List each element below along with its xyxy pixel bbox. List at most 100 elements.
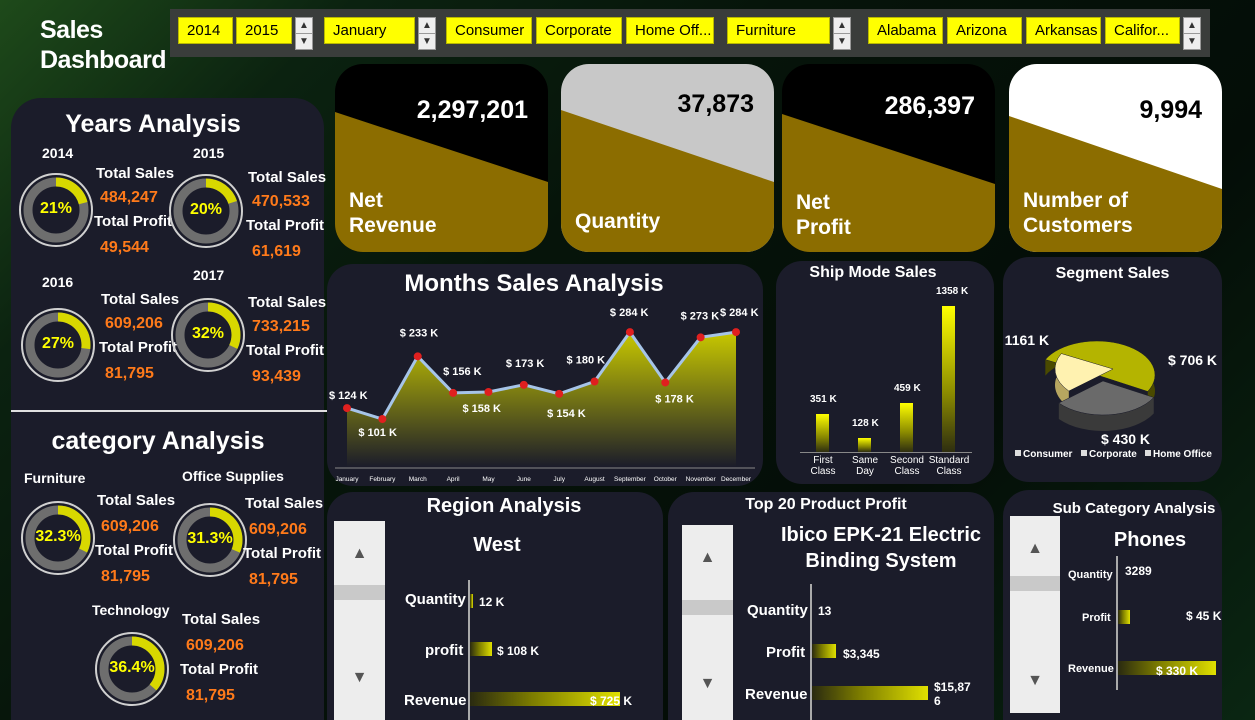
- product-revenue-bar: [812, 686, 928, 700]
- scroll-thumb[interactable]: [334, 585, 385, 600]
- filter-bar: 2014 2015 ▲ ▼ January ▲ ▼ Consumer Corpora…: [170, 9, 1210, 57]
- chevron-down-icon[interactable]: ▼: [1184, 34, 1200, 50]
- legend-entry: Home Office: [1153, 449, 1212, 460]
- total-sales-label: Total Sales: [248, 294, 327, 311]
- chevron-up-icon[interactable]: ▲: [1184, 18, 1200, 34]
- ship-mode-tick-label: Second Class: [890, 455, 924, 477]
- months-point: [590, 377, 599, 386]
- state-scroll[interactable]: ▲ ▼: [1183, 17, 1201, 50]
- subcategory-title: Sub Category Analysis: [1052, 500, 1216, 517]
- total-profit-label: Total Profit: [94, 213, 173, 230]
- months-point: [555, 389, 564, 398]
- months-point: [625, 328, 634, 337]
- months-point: [661, 378, 670, 387]
- filter-month[interactable]: January: [324, 17, 415, 44]
- chevron-up-icon[interactable]: ▲: [296, 18, 312, 34]
- total-profit-value: 61,619: [252, 243, 301, 260]
- chevron-up-icon[interactable]: ▲: [1010, 540, 1060, 558]
- region-title: Region Analysis: [426, 495, 582, 517]
- year-scroll[interactable]: ▲ ▼: [295, 17, 313, 50]
- kpi-net-profit: 286,397 Net Profit: [782, 64, 995, 252]
- filter-state-arizona[interactable]: Arizona: [947, 17, 1022, 44]
- chevron-down-icon[interactable]: ▼: [334, 669, 385, 687]
- product-profit-bar: [812, 644, 836, 658]
- filter-segment-consumer[interactable]: Consumer: [446, 17, 532, 44]
- ring-percent: 20%: [189, 201, 223, 218]
- kpi-customers: 9,994 Number of Customers: [1009, 64, 1222, 252]
- year-ring-2014: 21%: [17, 171, 95, 249]
- chevron-up-icon[interactable]: ▲: [834, 18, 850, 34]
- category-name-label: Technology: [92, 602, 170, 618]
- subcategory-row-value: $ 330 K: [1156, 664, 1199, 678]
- ship-mode-data-label: 351 K: [810, 394, 837, 406]
- filter-year-2014[interactable]: 2014: [178, 17, 233, 44]
- chevron-up-icon[interactable]: ▲: [682, 549, 733, 567]
- kpi-label-2: Customers: [1023, 214, 1133, 237]
- ship-mode-bar: [942, 306, 955, 452]
- kpi-label-1: Net: [349, 189, 383, 212]
- filter-category[interactable]: Furniture: [727, 17, 830, 44]
- total-sales-label: Total Sales: [101, 291, 180, 308]
- kpi-label-2: Revenue: [349, 214, 437, 237]
- total-profit-label: Total Profit: [99, 339, 178, 356]
- filter-state-alabama[interactable]: Alabama: [868, 17, 943, 44]
- scroll-thumb[interactable]: [682, 600, 733, 615]
- segment-data-label: $ 1161 K: [1003, 332, 1049, 348]
- subcategory-row-label: Profit: [1082, 612, 1111, 624]
- chevron-down-icon[interactable]: ▼: [834, 34, 850, 50]
- ship-mode-tick-label: Same Day: [851, 455, 879, 477]
- year-label: 2015: [193, 145, 225, 161]
- filter-state-arkansas[interactable]: Arkansas: [1026, 17, 1101, 44]
- product-name: Ibico EPK-21 Electric Binding System: [772, 522, 990, 574]
- kpi-label-1: Net: [796, 191, 830, 214]
- subcategory-scrollbar[interactable]: ▲ ▼: [1010, 516, 1060, 713]
- kpi-value: 9,994: [1139, 96, 1202, 124]
- kpi-value: 2,297,201: [416, 96, 528, 124]
- year-ring-2016: 27%: [19, 306, 97, 384]
- region-row-label: Quantity: [405, 591, 466, 608]
- total-profit-value: 93,439: [252, 368, 301, 385]
- product-name-line2: Binding System: [805, 550, 957, 572]
- filter-segment-corporate[interactable]: Corporate: [536, 17, 622, 44]
- region-scrollbar[interactable]: ▲ ▼: [334, 521, 385, 720]
- total-profit-value: 81,795: [186, 687, 235, 704]
- total-sales-value: 609,206: [105, 315, 163, 332]
- dashboard-title-line1: Sales: [40, 16, 103, 44]
- total-profit-label: Total Profit: [95, 542, 174, 559]
- total-sales-label: Total Sales: [248, 169, 327, 186]
- total-sales-label: Total Sales: [96, 165, 175, 182]
- filter-year-2015[interactable]: 2015: [236, 17, 292, 44]
- subcategory-profit-bar: [1118, 610, 1130, 624]
- total-sales-value: 733,215: [252, 318, 310, 335]
- chevron-down-icon[interactable]: ▼: [419, 34, 435, 50]
- filter-state-california[interactable]: Califor...: [1105, 17, 1180, 44]
- category-scroll[interactable]: ▲ ▼: [833, 17, 851, 50]
- chevron-down-icon[interactable]: ▼: [682, 675, 733, 693]
- year-ring-2015: 20%: [167, 172, 245, 250]
- category-name-label: Office Supplies: [182, 468, 284, 484]
- category-name-label: Furniture: [24, 470, 86, 486]
- segment-data-label: $ 706 K: [1168, 352, 1217, 368]
- ship-mode-tick-label: First Class: [810, 455, 836, 477]
- months-tick-label: May: [482, 476, 495, 483]
- product-scrollbar[interactable]: ▲ ▼: [682, 525, 733, 720]
- chevron-down-icon[interactable]: ▼: [296, 34, 312, 50]
- legend-swatch: [1015, 450, 1021, 456]
- months-data-label: $ 233 K: [400, 327, 439, 339]
- month-scroll[interactable]: ▲ ▼: [418, 17, 436, 50]
- dashboard-title-line2: Dashboard: [40, 46, 167, 74]
- total-profit-label: Total Profit: [246, 342, 325, 359]
- filter-segment-home-office[interactable]: Home Off...: [626, 17, 714, 44]
- product-row-label: Profit: [766, 644, 806, 661]
- segment-data-label: $ 430 K: [1101, 431, 1150, 447]
- chevron-up-icon[interactable]: ▲: [419, 18, 435, 34]
- category-ring: 32.3%: [19, 499, 97, 577]
- legend-swatch: [1145, 450, 1151, 456]
- scroll-thumb[interactable]: [1010, 576, 1060, 591]
- region-row-label: Revenue: [404, 692, 467, 709]
- chevron-up-icon[interactable]: ▲: [334, 545, 385, 563]
- ship-mode-title: Ship Mode Sales: [809, 264, 937, 281]
- ship-mode-data-label: 1358 K: [936, 286, 969, 298]
- chevron-down-icon[interactable]: ▼: [1010, 672, 1060, 690]
- year-label: 2014: [42, 145, 74, 161]
